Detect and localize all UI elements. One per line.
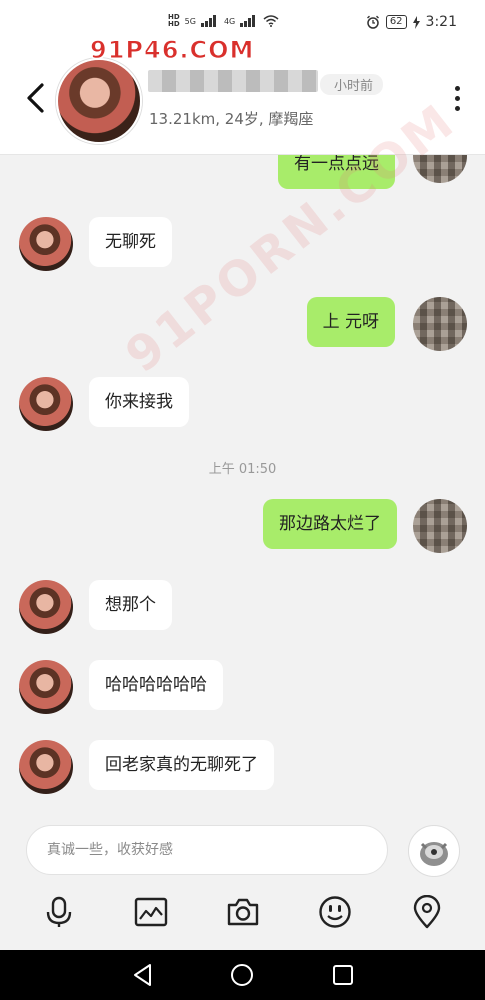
back-triangle-icon[interactable] — [130, 962, 156, 988]
message-list[interactable]: 有一点点远 无聊死 上 元呀 你来接我 上午 01:50 那边路太烂了 想那个 … — [0, 155, 485, 815]
watermark-logo: 91P46.COM — [89, 36, 255, 65]
input-toolbar — [0, 895, 485, 935]
last-seen-label: 小时前 — [320, 74, 384, 95]
my-avatar[interactable] — [413, 297, 467, 351]
image-icon[interactable] — [134, 895, 168, 929]
my-avatar[interactable] — [413, 499, 467, 553]
contact-meta: 13.21km, 24岁, 摩羯座 — [149, 110, 314, 128]
contact-avatar[interactable] — [19, 660, 73, 714]
message-row-incoming: 你来接我 — [0, 377, 485, 437]
message-row-incoming: 回老家真的无聊死了 — [0, 740, 485, 800]
hd-icon: HD HD — [168, 13, 180, 28]
message-row-outgoing: 那边路太烂了 — [0, 499, 485, 559]
status-bar: HD HD 5G 4G 62 3:21 — [0, 0, 485, 40]
my-avatar[interactable] — [413, 155, 467, 183]
signal-icon — [240, 15, 258, 27]
emoji-icon[interactable] — [318, 895, 352, 929]
system-navigation-bar — [0, 950, 485, 1000]
incoming-bubble[interactable]: 哈哈哈哈哈哈 — [89, 660, 223, 710]
contact-avatar[interactable] — [19, 217, 73, 271]
battery-level: 62 — [385, 15, 407, 29]
back-arrow-icon[interactable] — [22, 82, 50, 114]
message-row-incoming: 无聊死 — [0, 217, 485, 277]
microphone-icon[interactable] — [42, 895, 76, 929]
camera-icon[interactable] — [226, 895, 260, 929]
network-indicators: HD HD 5G 4G — [168, 14, 279, 28]
wifi-icon — [263, 15, 279, 27]
contact-avatar[interactable] — [19, 580, 73, 634]
incoming-bubble[interactable]: 想那个 — [89, 580, 172, 630]
message-row-incoming: 哈哈哈哈哈哈 — [0, 660, 485, 720]
network-b-label: 5G — [184, 16, 196, 26]
network-a-label: 4G — [223, 16, 236, 26]
message-row-incoming: 想那个 — [0, 580, 485, 640]
outgoing-bubble[interactable]: 上 元呀 — [306, 297, 395, 347]
contact-avatar[interactable] — [19, 377, 73, 431]
message-input[interactable] — [26, 825, 388, 875]
incoming-bubble[interactable]: 你来接我 — [89, 377, 189, 427]
message-row-outgoing: 有一点点远 — [0, 155, 485, 203]
message-row-outgoing: 上 元呀 — [0, 297, 485, 357]
charging-icon — [412, 15, 420, 29]
outgoing-bubble[interactable]: 那边路太烂了 — [263, 499, 397, 549]
contact-avatar[interactable] — [19, 740, 73, 794]
contact-avatar[interactable] — [56, 58, 142, 144]
message-timestamp: 上午 01:50 — [208, 462, 277, 477]
system-status: 62 3:21 — [366, 14, 457, 30]
recents-square-icon[interactable] — [330, 962, 356, 988]
clock: 3:21 — [425, 14, 457, 30]
contact-name[interactable] — [148, 70, 318, 92]
sticker-button[interactable] — [408, 825, 460, 877]
home-circle-icon[interactable] — [229, 962, 255, 988]
outgoing-bubble[interactable]: 有一点点远 — [278, 155, 395, 189]
sticker-icon — [420, 842, 448, 866]
more-options-icon[interactable] — [451, 86, 463, 114]
signal-icon — [200, 15, 219, 27]
incoming-bubble[interactable]: 无聊死 — [89, 217, 172, 267]
location-icon[interactable] — [410, 895, 444, 929]
composer — [0, 815, 485, 950]
incoming-bubble[interactable]: 回老家真的无聊死了 — [89, 740, 274, 790]
alarm-icon — [366, 15, 379, 29]
